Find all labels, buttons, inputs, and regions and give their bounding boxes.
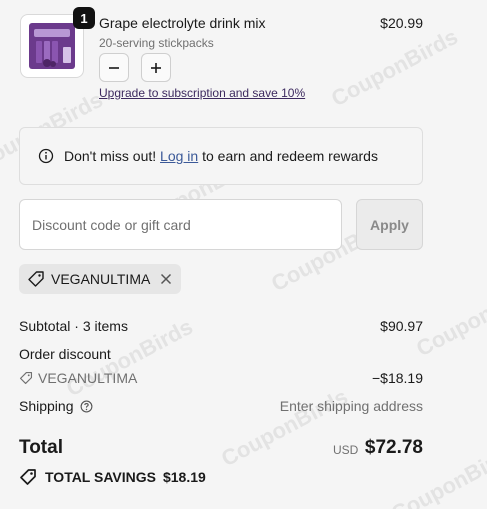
subtotal-value: $90.97	[380, 318, 423, 334]
rewards-banner: Don't miss out! Log in to earn and redee…	[19, 127, 423, 185]
quantity-decrease-button[interactable]	[99, 53, 129, 82]
upgrade-subscription-link[interactable]: Upgrade to subscription and save 10%	[99, 86, 305, 100]
order-discount-row: Order discount	[19, 346, 423, 362]
product-variant: 20-serving stickpacks	[99, 36, 214, 50]
help-icon[interactable]	[80, 400, 93, 413]
total-savings: TOTAL SAVINGS $18.19	[19, 468, 206, 486]
savings-value: $18.19	[162, 469, 206, 485]
shipping-row: Shipping Enter shipping address	[19, 398, 423, 414]
rewards-text: Don't miss out! Log in to earn and redee…	[64, 148, 378, 164]
product-price: $20.99	[380, 15, 423, 31]
minus-icon	[109, 66, 119, 69]
discount-code-row: VEGANULTIMA −$18.19	[19, 370, 423, 386]
product-thumbnail[interactable]: 1	[20, 7, 95, 78]
remove-discount-button[interactable]	[160, 273, 172, 285]
login-link[interactable]: Log in	[160, 148, 198, 164]
info-icon	[38, 148, 54, 164]
cart-line-item: 1 Grape electrolyte drink mix $20.99 20-…	[20, 7, 423, 100]
rewards-suffix: to earn and redeem rewards	[202, 148, 378, 164]
total-amount: $72.78	[364, 437, 423, 458]
order-discount-label: Order discount	[19, 346, 111, 362]
shipping-label: Shipping	[19, 398, 74, 414]
subtotal-label: Subtotal · 3 items	[19, 318, 128, 334]
close-icon	[161, 273, 172, 285]
plus-icon	[151, 62, 161, 73]
applied-discount-code: VEGANULTIMA	[51, 271, 151, 287]
quantity-increase-button[interactable]	[141, 53, 171, 82]
discount-value: −$18.19	[372, 370, 423, 386]
total-label: Total	[19, 437, 63, 458]
tag-icon	[20, 469, 36, 485]
tag-icon	[19, 371, 33, 385]
watermark: CouponBirds	[412, 273, 487, 362]
product-title: Grape electrolyte drink mix	[99, 15, 266, 31]
shipping-value: Enter shipping address	[279, 398, 423, 414]
subtotal-row: Subtotal · 3 items $90.97	[19, 318, 423, 334]
rewards-prefix: Don't miss out!	[64, 148, 157, 164]
apply-discount-button[interactable]: Apply	[356, 199, 423, 250]
tag-icon	[27, 270, 45, 288]
applied-discount-chip: VEGANULTIMA	[19, 264, 182, 294]
quantity-badge: 1	[73, 7, 95, 29]
savings-label: TOTAL SAVINGS	[45, 469, 156, 485]
discount-code-label: VEGANULTIMA	[19, 370, 423, 386]
discount-code-text: VEGANULTIMA	[38, 370, 138, 386]
discount-code-input[interactable]	[19, 199, 342, 250]
total-currency: USD	[333, 443, 359, 457]
